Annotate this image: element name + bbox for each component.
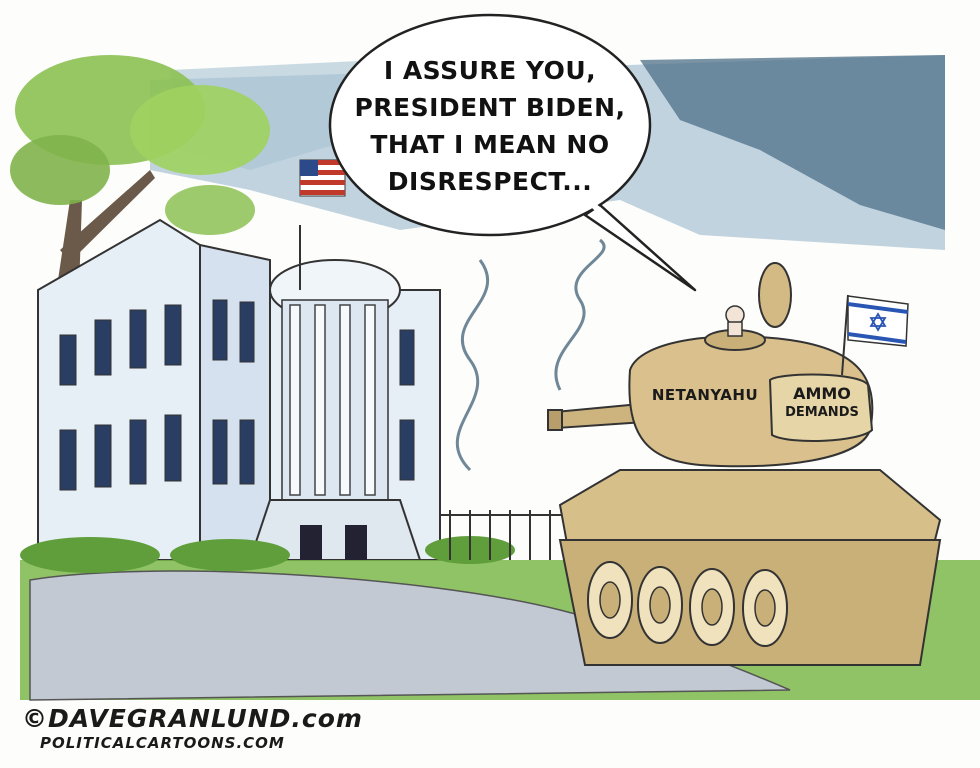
speech-line: PRESIDENT BIDEN, (354, 93, 626, 122)
smoke-trails (455, 238, 606, 472)
us-flag-icon (299, 159, 346, 197)
speech-line: THAT I MEAN NO (370, 130, 610, 159)
speech-bubble-text: I ASSURE YOU, PRESIDENT BIDEN, THAT I ME… (340, 18, 640, 234)
white-house (37, 218, 441, 561)
cartoon-canvas: I ASSURE YOU, PRESIDENT BIDEN, THAT I ME… (0, 0, 980, 768)
turret-label: NETANYAHU (651, 386, 759, 404)
speech-line: I ASSURE YOU, (383, 56, 597, 85)
ammo-demands-label: AMMO DEMANDS (774, 384, 870, 422)
speech-line: DISRESPECT... (387, 167, 593, 196)
israel-flag-icon (847, 295, 909, 347)
ammo-label-line1: AMMO (793, 384, 851, 403)
credit-syndicate: POLITICALCARTOONS.COM (40, 734, 285, 752)
credit-site: ©DAVEGRANLUND.com (22, 704, 363, 733)
ammo-label-line2: DEMANDS (785, 405, 859, 420)
artist-credit: ©DAVEGRANLUND.com POLITICALCARTOONS.COM (22, 704, 363, 752)
